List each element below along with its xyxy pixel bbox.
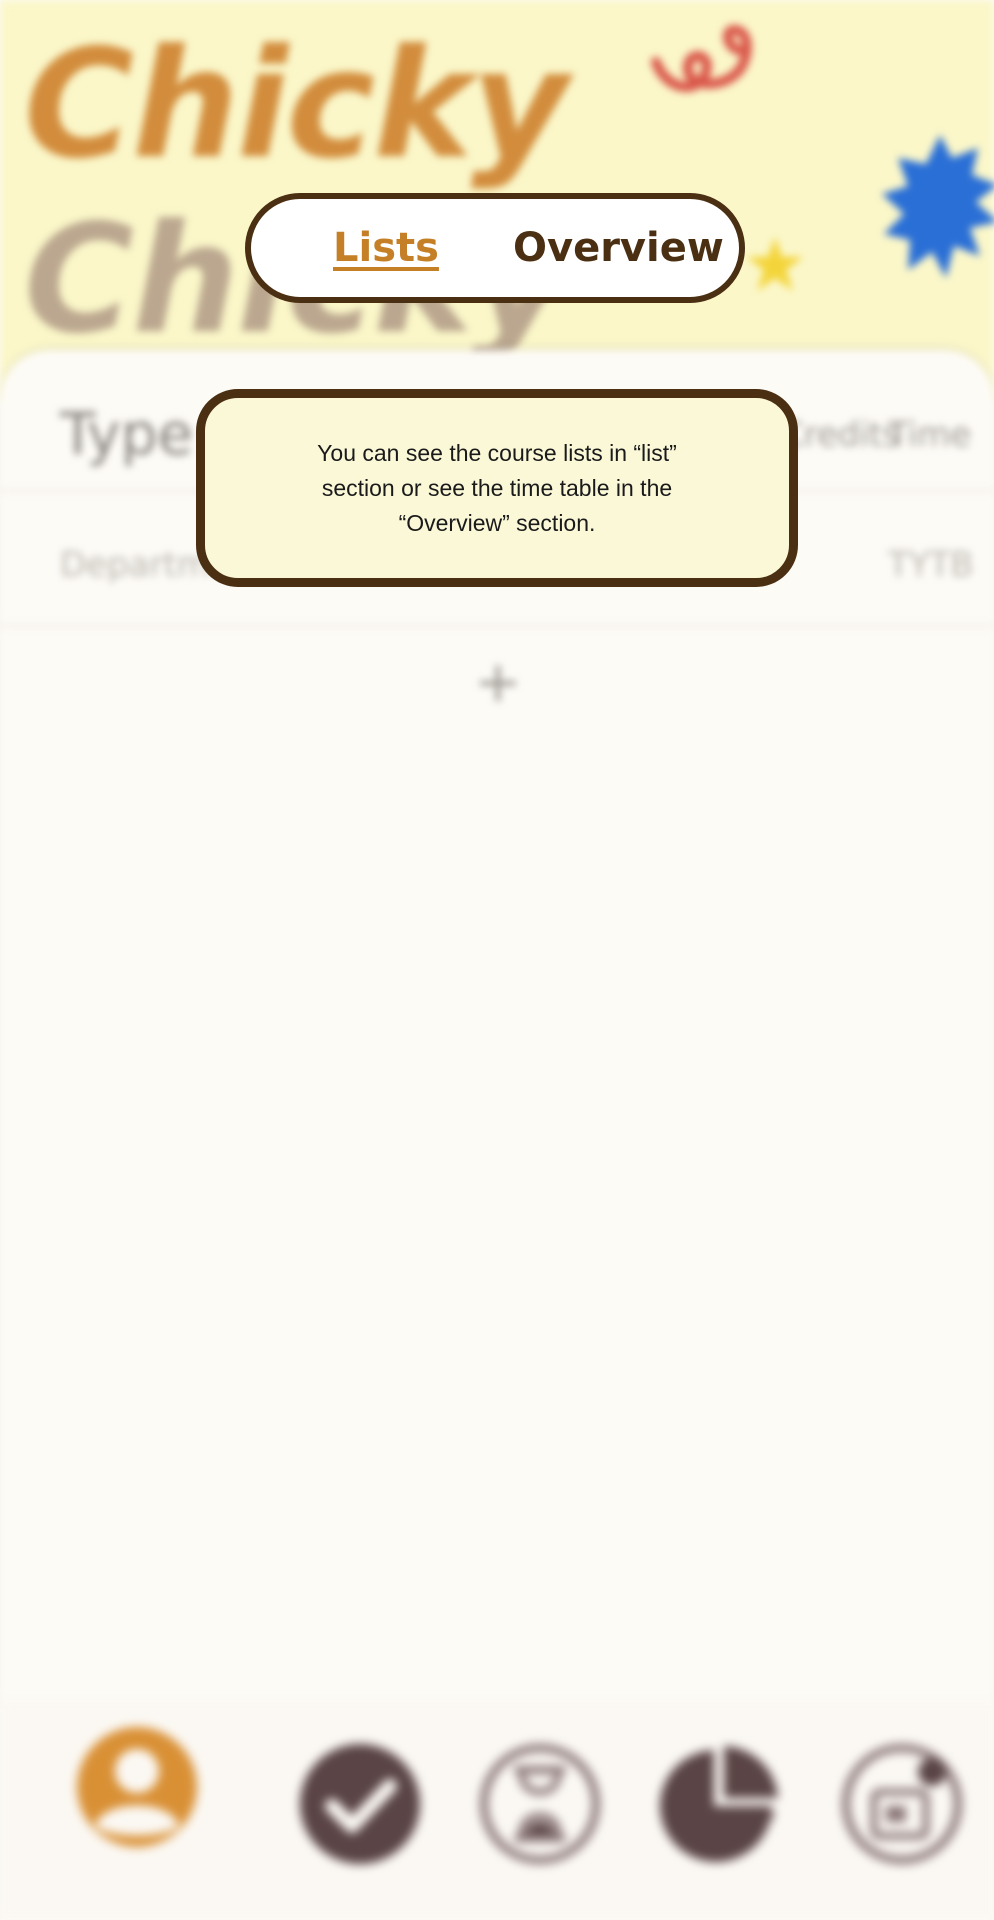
- add-course-button[interactable]: +: [470, 655, 526, 711]
- row-time-cell: TYTB: [888, 545, 974, 585]
- check-icon[interactable]: [298, 1742, 422, 1866]
- section-tab-bar: Lists Overview: [245, 193, 745, 303]
- tooltip-text: You can see the course lists in “list” s…: [317, 439, 677, 536]
- star-decoration-icon: [747, 237, 803, 291]
- column-header-type: Type: [60, 400, 194, 468]
- tab-overview[interactable]: Overview: [513, 199, 724, 297]
- hourglass-icon[interactable]: [478, 1742, 602, 1866]
- tab-lists[interactable]: Lists: [333, 199, 439, 297]
- splat-decoration-icon: [882, 135, 994, 278]
- column-header-time: Time: [888, 415, 972, 455]
- profile-icon[interactable]: [75, 1725, 199, 1849]
- calendar-icon[interactable]: [840, 1742, 964, 1866]
- squiggle-decoration-icon: [651, 24, 752, 92]
- onboarding-tooltip[interactable]: You can see the course lists in “list” s…: [196, 389, 798, 587]
- app-title-line-1: Chicky: [24, 18, 569, 192]
- pie-chart-icon[interactable]: [658, 1742, 782, 1866]
